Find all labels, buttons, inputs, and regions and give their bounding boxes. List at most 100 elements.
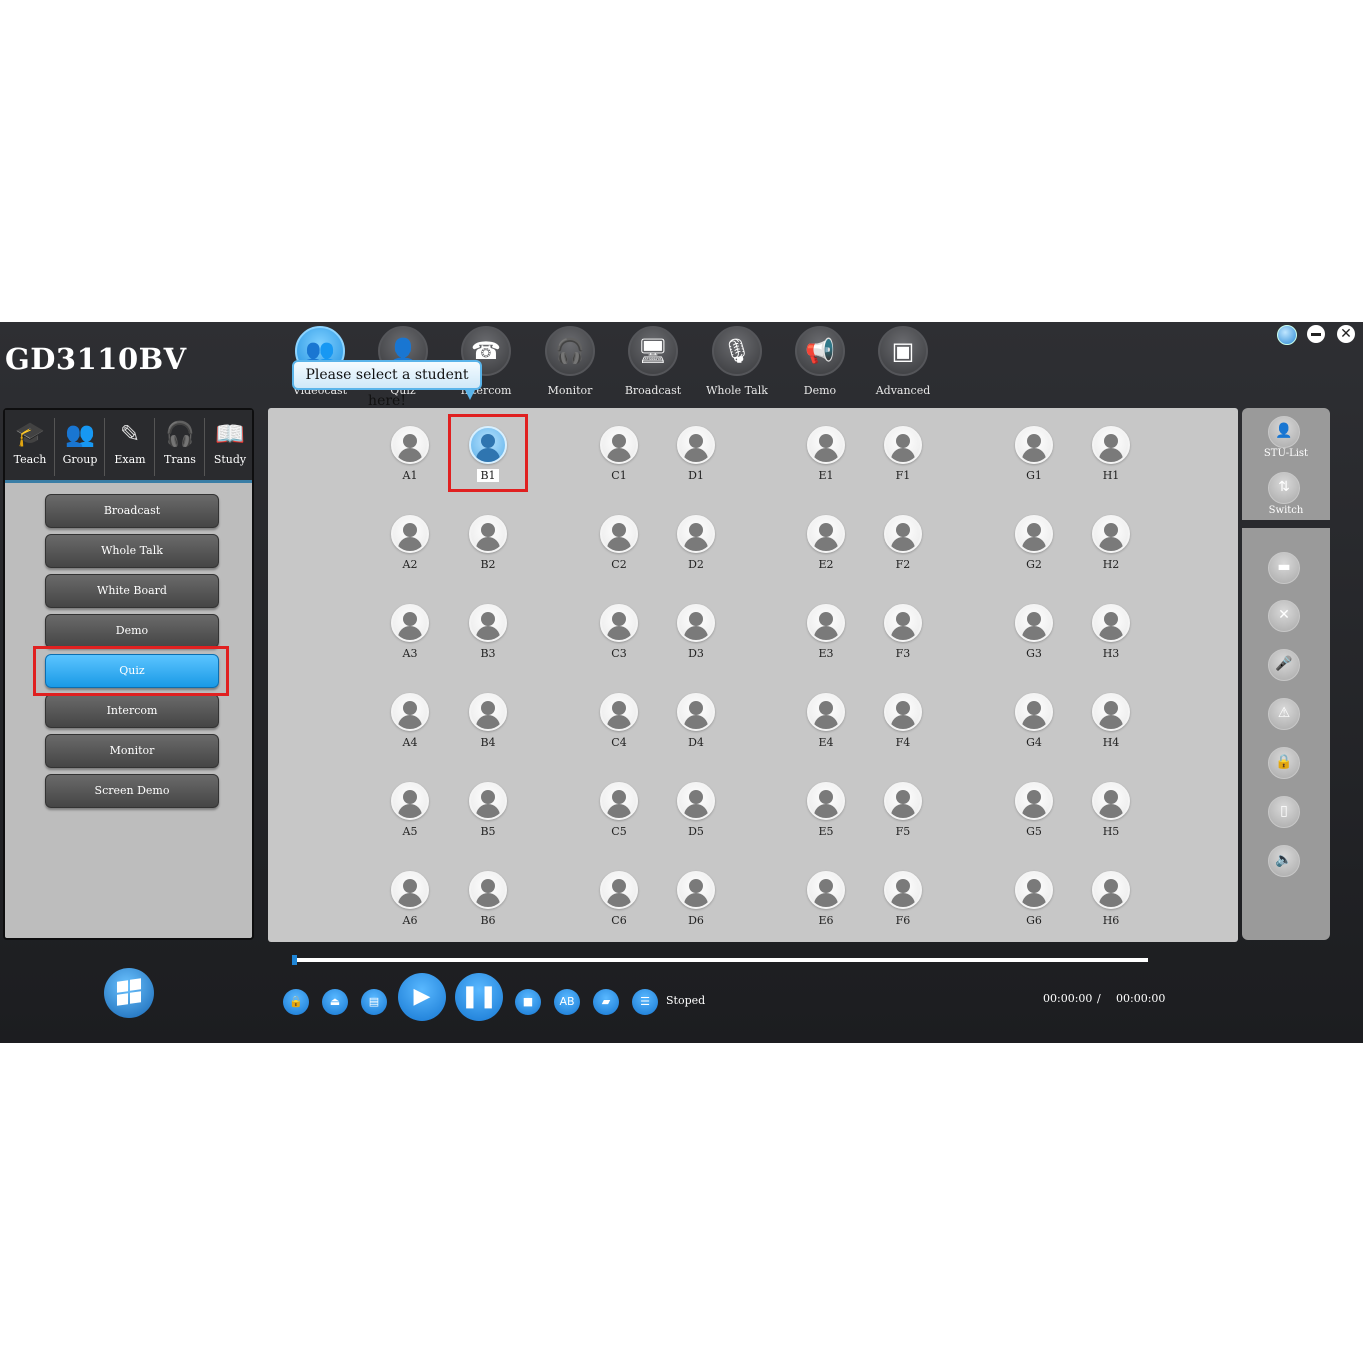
student-label: C2 (611, 558, 627, 571)
student-seat-d3[interactable]: D3 (666, 604, 726, 674)
student-seat-e5[interactable]: E5 (796, 782, 856, 852)
student-avatar-icon (807, 426, 845, 464)
minimize-icon[interactable] (1307, 325, 1325, 343)
student-seat-h5[interactable]: H5 (1081, 782, 1141, 852)
student-seat-b3[interactable]: B3 (458, 604, 518, 674)
student-seat-d2[interactable]: D2 (666, 515, 726, 585)
progress-knob[interactable] (292, 955, 297, 965)
tab-trans[interactable]: 🎧 Trans (155, 418, 205, 476)
student-seat-a1[interactable]: A1 (380, 426, 440, 496)
student-seat-a4[interactable]: A4 (380, 693, 440, 763)
toolbar-advanced-button[interactable]: ▣ Advanced (863, 326, 943, 400)
close-icon[interactable]: ✕ (1337, 325, 1355, 343)
student-seat-h6[interactable]: H6 (1081, 871, 1141, 941)
student-seat-a3[interactable]: A3 (380, 604, 440, 674)
toolbar-monitor-button[interactable]: 🎧 Monitor (530, 326, 610, 400)
toolbar-whole-talk-button[interactable]: 🎙 Whole Talk (697, 326, 777, 400)
student-list-icon[interactable]: 👤 (1268, 416, 1300, 448)
lock-icon[interactable]: 🔒 (283, 989, 309, 1015)
student-seat-g3[interactable]: G3 (1004, 604, 1064, 674)
volume-icon[interactable]: 🔈 (1268, 845, 1300, 877)
progress-bar[interactable] (292, 955, 1148, 965)
student-seat-h4[interactable]: H4 (1081, 693, 1141, 763)
student-seat-h2[interactable]: H2 (1081, 515, 1141, 585)
toolbar-label: Broadcast (624, 384, 682, 397)
playlist-icon[interactable]: ☰ (632, 989, 658, 1015)
message-icon[interactable]: ▬ (1268, 552, 1300, 584)
student-seat-c1[interactable]: C1 (589, 426, 649, 496)
close-icon[interactable]: ✕ (1268, 600, 1300, 632)
student-seat-a5[interactable]: A5 (380, 782, 440, 852)
tab-group[interactable]: 👥 Group (55, 418, 105, 476)
tab-study[interactable]: 📖 Study (205, 418, 255, 466)
student-seat-c3[interactable]: C3 (589, 604, 649, 674)
student-avatar-icon (391, 693, 429, 731)
student-seat-d1[interactable]: D1 (666, 426, 726, 496)
student-seat-e6[interactable]: E6 (796, 871, 856, 941)
lock-icon[interactable]: 🔒 (1268, 747, 1300, 779)
student-seat-g2[interactable]: G2 (1004, 515, 1064, 585)
tab-teach[interactable]: 🎓 Teach (5, 418, 55, 476)
student-seat-b5[interactable]: B5 (458, 782, 518, 852)
left-tabs: 🎓 Teach 👥 Group ✎ Exam 🎧 Trans 📖 Study (5, 410, 252, 483)
stop-icon[interactable]: ■ (515, 989, 541, 1015)
student-seat-g4[interactable]: G4 (1004, 693, 1064, 763)
student-seat-f6[interactable]: F6 (873, 871, 933, 941)
menu-monitor-button[interactable]: Monitor (45, 734, 219, 768)
student-seat-e1[interactable]: E1 (796, 426, 856, 496)
student-avatar-icon (600, 782, 638, 820)
folder-icon[interactable]: ▰ (593, 989, 619, 1015)
student-seat-c5[interactable]: C5 (589, 782, 649, 852)
student-seat-c4[interactable]: C4 (589, 693, 649, 763)
student-avatar-icon (807, 515, 845, 553)
menu-demo-button[interactable]: Demo (45, 614, 219, 648)
help-icon[interactable] (1277, 325, 1297, 345)
student-seat-d6[interactable]: D6 (666, 871, 726, 941)
student-seat-f5[interactable]: F5 (873, 782, 933, 852)
student-seat-g6[interactable]: G6 (1004, 871, 1064, 941)
menu-intercom-button[interactable]: Intercom (45, 694, 219, 728)
student-seat-b1[interactable]: B1 (458, 426, 518, 496)
toolbar-demo-button[interactable]: 📢 Demo (780, 326, 860, 400)
student-seat-g5[interactable]: G5 (1004, 782, 1064, 852)
file-icon[interactable]: ▤ (361, 989, 387, 1015)
eject-icon[interactable]: ⏏ (322, 989, 348, 1015)
student-seat-f2[interactable]: F2 (873, 515, 933, 585)
windows-logo-icon[interactable] (104, 968, 154, 1018)
student-seat-b4[interactable]: B4 (458, 693, 518, 763)
microphone-icon[interactable]: 🎤 (1268, 649, 1300, 681)
warning-icon[interactable]: ⚠ (1268, 698, 1300, 730)
student-seat-h3[interactable]: H3 (1081, 604, 1141, 674)
student-seat-a2[interactable]: A2 (380, 515, 440, 585)
book-icon: 📖 (215, 420, 245, 448)
toolbar-broadcast-button[interactable]: 🖥 Broadcast (613, 326, 693, 400)
menu-broadcast-button[interactable]: Broadcast (45, 494, 219, 528)
unlock-icon[interactable]: ▯ (1268, 796, 1300, 828)
pause-icon[interactable]: ❚❚ (455, 973, 503, 1021)
student-seat-h1[interactable]: H1 (1081, 426, 1141, 496)
student-label: D1 (688, 469, 704, 482)
student-seat-e4[interactable]: E4 (796, 693, 856, 763)
student-seat-b6[interactable]: B6 (458, 871, 518, 941)
student-seat-e2[interactable]: E2 (796, 515, 856, 585)
student-label: D3 (688, 647, 704, 660)
student-seat-d4[interactable]: D4 (666, 693, 726, 763)
menu-whole-talk-button[interactable]: Whole Talk (45, 534, 219, 568)
student-seat-d5[interactable]: D5 (666, 782, 726, 852)
student-seat-c6[interactable]: C6 (589, 871, 649, 941)
student-seat-b2[interactable]: B2 (458, 515, 518, 585)
student-seat-e3[interactable]: E3 (796, 604, 856, 674)
menu-screen-demo-button[interactable]: Screen Demo (45, 774, 219, 808)
student-seat-f4[interactable]: F4 (873, 693, 933, 763)
student-label: G3 (1026, 647, 1042, 660)
student-seat-f1[interactable]: F1 (873, 426, 933, 496)
student-seat-c2[interactable]: C2 (589, 515, 649, 585)
switch-icon[interactable]: ⇅ (1268, 472, 1300, 504)
student-seat-g1[interactable]: G1 (1004, 426, 1064, 496)
menu-white-board-button[interactable]: White Board (45, 574, 219, 608)
student-seat-a6[interactable]: A6 (380, 871, 440, 941)
play-icon[interactable]: ▶ (398, 973, 446, 1021)
ab-repeat-icon[interactable]: AB (554, 989, 580, 1015)
tab-exam[interactable]: ✎ Exam (105, 418, 155, 476)
student-seat-f3[interactable]: F3 (873, 604, 933, 674)
